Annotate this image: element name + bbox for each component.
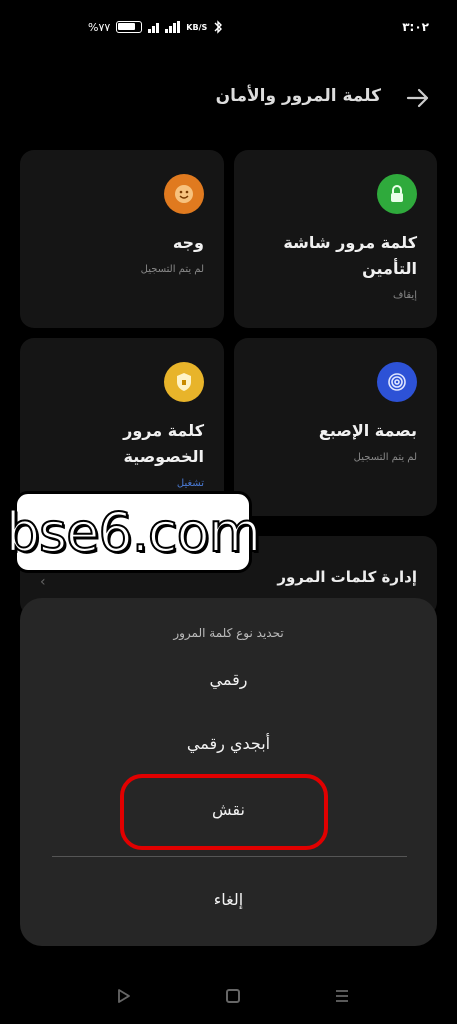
arrow-right-icon[interactable] bbox=[405, 86, 431, 110]
option-numeric[interactable]: رقمي bbox=[20, 670, 437, 689]
password-type-sheet: تحديد نوع كلمة المرور رقمي أبجدي رقمي نق… bbox=[20, 598, 437, 946]
card-face-subtitle: لم يتم التسجيل bbox=[140, 264, 204, 275]
network-speed: KB/S bbox=[186, 22, 208, 32]
shield-icon bbox=[164, 362, 204, 402]
card-face[interactable]: وجه لم يتم التسجيل bbox=[20, 150, 224, 328]
recents-menu-icon[interactable] bbox=[334, 988, 350, 1004]
sheet-divider bbox=[52, 856, 407, 857]
card-privacy-password-subtitle: تشغيل bbox=[176, 478, 204, 489]
signal-icon bbox=[148, 21, 160, 33]
card-fingerprint-subtitle: لم يتم التسجيل bbox=[353, 452, 417, 463]
bluetooth-icon bbox=[214, 20, 223, 34]
back-triangle-icon[interactable] bbox=[116, 988, 132, 1004]
status-time: ٣:٠٢ bbox=[402, 20, 429, 34]
card-privacy-password[interactable]: كلمة مرور الخصوصية تشغيل bbox=[20, 338, 224, 516]
page-title: كلمة المرور والأمان bbox=[215, 86, 381, 106]
cancel-button[interactable]: إلغاء bbox=[20, 890, 437, 909]
status-bar: %٧٧ KB/S ٣:٠٢ bbox=[0, 18, 457, 42]
watermark: bse6.com bbox=[5, 491, 262, 573]
card-face-title: وجه bbox=[172, 233, 204, 252]
option-alphanumeric[interactable]: أبجدي رقمي bbox=[20, 734, 437, 753]
battery-percent: %٧٧ bbox=[88, 20, 111, 34]
option-pattern[interactable]: نقش bbox=[20, 800, 437, 819]
manage-passwords-label: إدارة كلمات المرور bbox=[277, 568, 417, 586]
signal-2-icon bbox=[165, 21, 181, 33]
battery-icon bbox=[116, 21, 143, 33]
status-indicators: %٧٧ KB/S bbox=[88, 20, 223, 34]
fingerprint-icon bbox=[377, 362, 417, 402]
card-fingerprint-title: بصمة الإصبع bbox=[318, 421, 417, 440]
watermark-text: bse6.com bbox=[5, 500, 262, 565]
card-fingerprint[interactable]: بصمة الإصبع لم يتم التسجيل bbox=[234, 338, 437, 516]
sheet-title: تحديد نوع كلمة المرور bbox=[173, 626, 284, 640]
page-header: كلمة المرور والأمان bbox=[0, 82, 457, 114]
chevron-left-icon: ‹ bbox=[40, 574, 46, 590]
card-privacy-password-title: كلمة مرور الخصوصية bbox=[123, 421, 204, 466]
home-square-icon[interactable] bbox=[226, 989, 240, 1003]
card-lock-password[interactable]: كلمة مرور شاشة التأمين إيقاف bbox=[234, 150, 437, 328]
face-icon bbox=[164, 174, 204, 214]
nav-bar bbox=[0, 984, 457, 1010]
card-lock-password-title: كلمة مرور شاشة التأمين bbox=[283, 233, 417, 278]
lock-icon bbox=[377, 174, 417, 214]
card-lock-password-subtitle: إيقاف bbox=[392, 290, 417, 301]
